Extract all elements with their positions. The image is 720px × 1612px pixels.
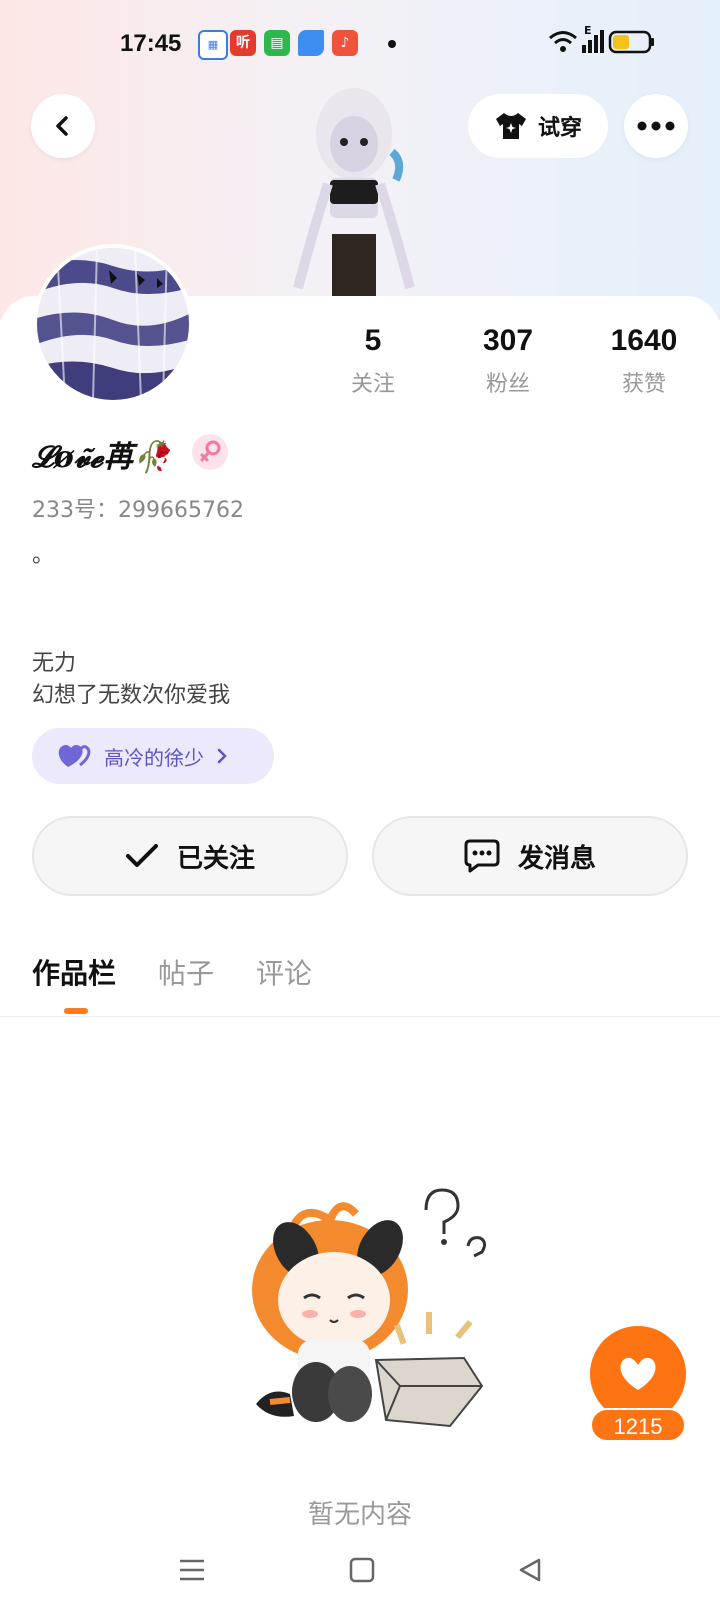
home-square-icon [349,1557,375,1583]
tab-divider [0,1016,720,1017]
stat-label: 粉丝 [485,372,530,397]
tshirt-icon [495,113,526,139]
nickname: 𝓛ø𝓿̃𝓮苒🥀 [32,440,171,475]
home-nav-button[interactable] [340,1548,384,1592]
stat-value: 5 [364,324,382,357]
female-icon [192,434,228,470]
tab-posts[interactable]: 帖子 [158,952,214,992]
tab-works[interactable]: 作品栏 [32,952,116,992]
stat-value: 307 [482,324,534,357]
stat-label: 关注 [350,372,395,397]
avatar-3d-figure[interactable] [292,84,422,296]
user-id: 233号：299665762 [32,498,244,523]
system-icons [548,28,658,62]
bio-line: 幻想了无数次你爱我 [32,683,231,708]
message-button[interactable]: 发消息 [372,816,688,896]
heart-icon [620,1357,656,1390]
menu-lines-icon [180,1559,204,1581]
double-heart-icon [58,745,91,767]
back-button[interactable] [31,94,95,158]
status-bar: 17:45 ▦ 听 ▤ ♪ E [0,22,720,68]
cp-tag-label: 高冷的徐少 [104,745,204,770]
more-dots-icon [637,121,675,131]
try-on-label: 试穿 [537,116,582,141]
check-icon [125,844,158,867]
bio-line: 无力 [32,651,77,676]
music-app-icon: ♪ [332,30,358,56]
back-triangle-icon [519,1558,541,1582]
content-tabs: 作品栏 帖子 评论 [32,952,312,992]
message-label: 发消息 [517,843,596,874]
stat-value: 1640 [610,324,678,357]
active-tab-indicator [64,1008,88,1014]
followed-button[interactable]: 已关注 [32,816,348,896]
tab-comments[interactable]: 评论 [256,952,312,992]
try-on-button[interactable]: 试穿 [468,94,608,158]
menu-nav-button[interactable] [170,1548,214,1592]
cp-relation-tag[interactable]: 高冷的徐少 [32,728,274,784]
stat-followers[interactable]: 307 粉丝 [448,324,568,398]
ting-app-icon: 听 [230,30,256,56]
chevron-left-icon [56,116,68,136]
status-time: 17:45 [120,30,182,57]
like-count: 1215 [590,1408,686,1442]
stat-likes[interactable]: 1640 获赞 [584,324,704,398]
system-navigation-bar [0,1548,720,1592]
bio-block: 无力 幻想了无数次你爱我 [32,648,230,712]
followed-label: 已关注 [176,843,255,874]
chat-bubble-icon [464,839,500,873]
empty-state-text: 暂无内容 [307,1500,412,1530]
green-app-icon: ▤ [264,30,290,56]
chevron-right-icon [217,748,227,764]
signal-battery-icons [549,30,654,54]
stat-label: 获赞 [621,372,666,397]
notification-dot [388,40,396,48]
empty-state-illustration [230,1180,500,1444]
avatar[interactable] [33,244,193,404]
back-nav-button[interactable] [508,1548,552,1592]
stat-following[interactable]: 5 关注 [313,324,433,398]
calendar-app-icon: ▦ [198,30,228,60]
more-button[interactable] [624,94,688,158]
blue-app-icon [298,30,324,56]
bio-line: 。 [32,543,55,568]
network-type-label: E [584,24,592,37]
